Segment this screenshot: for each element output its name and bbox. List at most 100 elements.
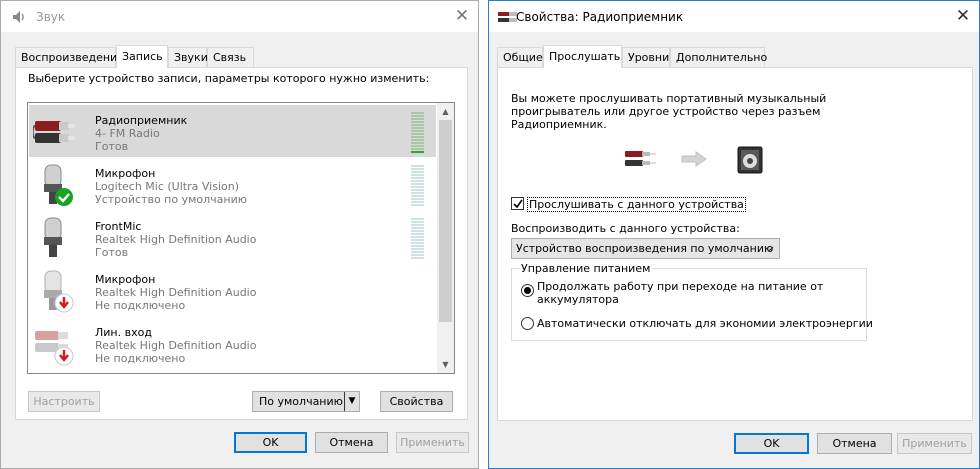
ok-button[interactable]: OK: [234, 432, 307, 453]
list-item[interactable]: Радиоприемник 4- FM Radio Готов: [29, 105, 436, 157]
meter-segment: [411, 121, 424, 123]
tab-sounds[interactable]: Звуки: [168, 47, 208, 67]
meter-segment: [411, 148, 424, 150]
meter-segment: [411, 112, 424, 114]
meter-segment: [411, 233, 424, 235]
meter-segment: [411, 165, 424, 167]
tab-advanced[interactable]: Дополнительно: [670, 47, 767, 67]
speaker-device-icon: [737, 146, 763, 174]
tab-communications[interactable]: Связь: [207, 47, 254, 67]
properties-dialog-titlebar[interactable]: Свойства: Радиоприемник ✕: [489, 1, 979, 32]
tab-recording[interactable]: Запись: [116, 45, 168, 68]
meter-segment: [411, 118, 424, 120]
meter-segment: [411, 124, 424, 126]
microphone-icon: [44, 217, 62, 257]
tab-listen[interactable]: Прослушать: [543, 45, 622, 68]
device-name: Лин. вход: [95, 326, 152, 339]
power-continue-label-line1[interactable]: Продолжать работу при переходе на питани…: [537, 280, 823, 293]
power-continue-label-line2[interactable]: аккумулятора: [537, 293, 619, 306]
meter-segment: [411, 115, 424, 117]
instruction-text: Выберите устройство записи, параметры ко…: [28, 72, 430, 85]
scroll-down-icon[interactable]: ▼: [437, 356, 454, 373]
apply-button[interactable]: Применить: [396, 432, 469, 453]
meter-segment: [411, 142, 424, 144]
power-management-group: Управление питанием Продолжать работу пр…: [511, 262, 873, 341]
sound-dialog-titlebar[interactable]: Звук ✕: [1, 1, 478, 32]
device-list-scrollbar[interactable]: ▲ ▼: [437, 103, 454, 373]
meter-segment: [411, 139, 424, 141]
listen-checkbox-label[interactable]: Прослушивать с данного устройства: [527, 197, 746, 212]
device-name: Микрофон: [95, 273, 156, 286]
meter-segment: [411, 239, 424, 241]
ok-button[interactable]: OK: [734, 433, 809, 454]
meter-segment: [411, 186, 424, 188]
rca-cable-icon: [625, 151, 656, 166]
list-item[interactable]: Микрофон Realtek High Definition Audio Н…: [29, 264, 436, 316]
list-item[interactable]: FrontMic Realtek High Definition Audio Г…: [29, 211, 436, 263]
level-meter: [411, 112, 424, 153]
window-title: Свойства: Радиоприемник: [516, 10, 684, 24]
close-icon[interactable]: ✕: [955, 8, 971, 25]
chevron-down-icon: [764, 246, 774, 252]
device-status: Устройство по умолчанию: [95, 193, 248, 206]
meter-segment: [411, 133, 424, 135]
meter-segment: [411, 251, 424, 253]
listen-panel: Вы можете прослушивать портативный музык…: [497, 67, 973, 421]
meter-segment: [411, 145, 424, 147]
device-name: Радиоприемник: [95, 114, 188, 127]
power-continue-radio[interactable]: [521, 284, 534, 297]
meter-segment: [411, 130, 424, 132]
scroll-up-icon[interactable]: ▲: [437, 103, 454, 120]
power-auto-off-label[interactable]: Автоматически отключать для экономии эле…: [537, 317, 873, 330]
meter-segment: [411, 171, 424, 173]
checkmark-icon: [513, 199, 523, 209]
level-meter: [411, 165, 424, 206]
device-list[interactable]: Радиоприемник 4- FM Radio Готов Микрофон…: [27, 102, 455, 374]
line-in-unplugged-icon: [35, 331, 74, 366]
device-driver: Realtek High Definition Audio: [95, 286, 257, 299]
listen-checkbox[interactable]: [511, 197, 524, 210]
cancel-button[interactable]: Отмена: [315, 432, 388, 453]
meter-segment: [411, 174, 424, 176]
configure-button[interactable]: Настроить: [28, 391, 100, 412]
meter-segment: [411, 192, 424, 194]
playback-device-select[interactable]: Устройство воспроизведения по умолчанию: [511, 238, 780, 259]
meter-segment: [411, 204, 424, 206]
meter-segment: [411, 195, 424, 197]
meter-segment: [411, 218, 424, 220]
meter-segment: [411, 230, 424, 232]
description-line-3: Радиоприемник.: [511, 118, 607, 131]
meter-segment: [411, 236, 424, 238]
meter-segment: [411, 221, 424, 223]
scroll-thumb[interactable]: [439, 120, 452, 322]
microphone-default-icon: [44, 164, 73, 206]
meter-segment: [411, 248, 424, 250]
list-item[interactable]: Лин. вход Realtek High Definition Audio …: [29, 317, 436, 369]
description-line-2: проигрыватель или другое устройство чере…: [511, 105, 821, 118]
tab-playback[interactable]: Воспроизведение: [15, 47, 124, 67]
cancel-button[interactable]: Отмена: [817, 433, 892, 454]
arrow-right-icon: [681, 151, 707, 167]
window-title: Звук: [36, 10, 66, 24]
meter-segment: [411, 168, 424, 170]
meter-segment: [411, 224, 424, 226]
tab-levels[interactable]: Уровни: [622, 47, 670, 67]
properties-dialog: Свойства: Радиоприемник ✕ Общие Прослуша…: [488, 0, 980, 469]
properties-button[interactable]: Свойства: [380, 391, 453, 412]
power-auto-off-radio[interactable]: [521, 317, 534, 330]
device-driver: Logitech Mic (Ultra Vision): [95, 180, 239, 193]
chevron-down-icon[interactable]: ▼: [344, 392, 359, 411]
apply-button[interactable]: Применить: [897, 433, 972, 454]
meter-segment: [411, 127, 424, 129]
meter-segment: [411, 180, 424, 182]
speaker-icon: [13, 11, 24, 23]
device-driver: 4- FM Radio: [95, 127, 160, 140]
description-line-1: Вы можете прослушивать портативный музык…: [511, 92, 827, 105]
device-name: FrontMic: [95, 220, 142, 233]
tab-general[interactable]: Общие: [497, 47, 543, 67]
list-item[interactable]: Микрофон Logitech Mic (Ultra Vision) Уст…: [29, 158, 436, 210]
close-icon[interactable]: ✕: [454, 8, 470, 25]
set-default-label: По умолчанию: [259, 395, 343, 408]
device-status: Не подключено: [95, 352, 186, 365]
set-default-button[interactable]: По умолчанию ▼: [252, 391, 360, 412]
